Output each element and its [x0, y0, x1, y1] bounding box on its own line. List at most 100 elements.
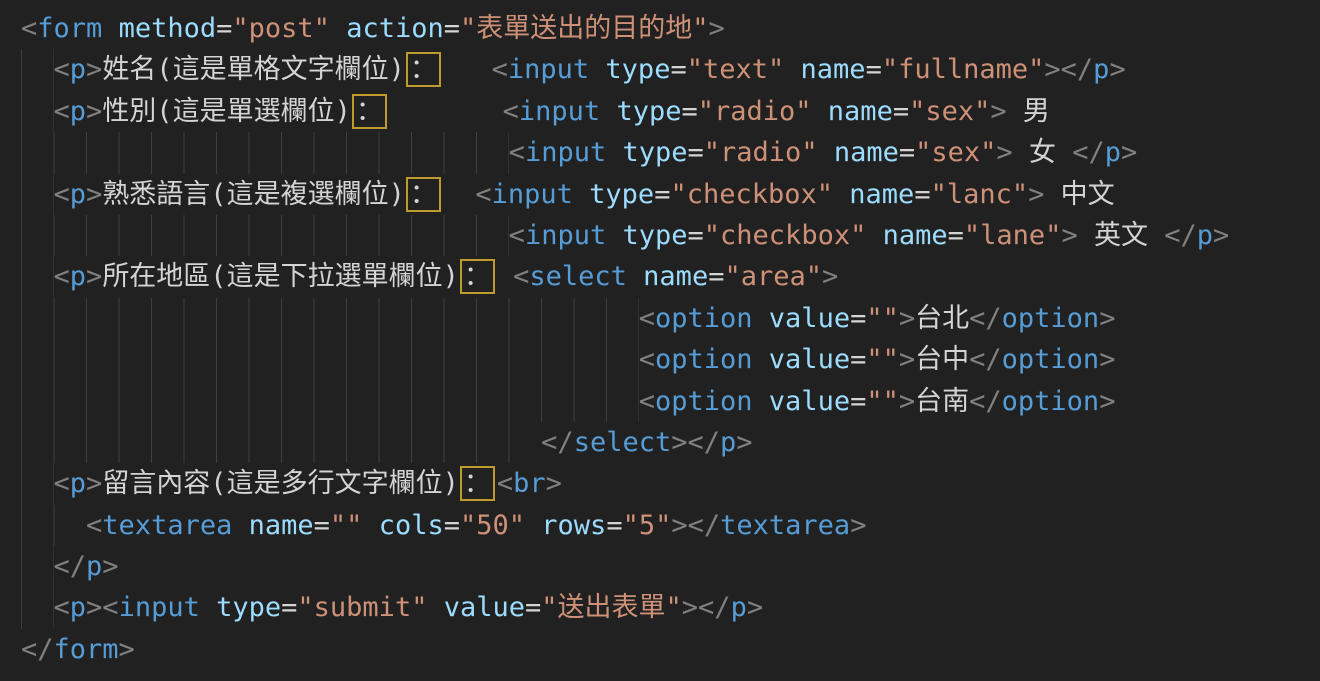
code-token: </ — [1072, 137, 1105, 168]
code-token: >< — [86, 592, 119, 623]
code-token — [753, 344, 769, 375]
code-line[interactable]: <p>姓名(這是單格文字欄位)： <input type="text" name… — [21, 49, 1320, 90]
code-line[interactable]: <form method="post" action="表單送出的目的地"> — [21, 8, 1320, 49]
code-token — [443, 179, 476, 210]
code-token: value — [769, 344, 850, 375]
code-token: < — [21, 13, 37, 44]
code-token: "radio" — [704, 137, 818, 168]
code-token: = — [850, 344, 866, 375]
code-token: 性別(這是單選欄位) — [102, 96, 351, 127]
code-token: "" — [866, 303, 899, 334]
code-token: p — [1197, 220, 1213, 251]
code-editor[interactable]: <form method="post" action="表單送出的目的地"> <… — [0, 0, 1320, 681]
unicode-highlight-box: ： — [460, 466, 495, 501]
code-token: > — [1121, 137, 1137, 168]
code-token: name — [249, 510, 314, 541]
code-token — [232, 510, 248, 541]
code-token — [497, 261, 513, 292]
code-token: = — [654, 179, 670, 210]
code-token: > — [899, 344, 915, 375]
code-token: > — [1099, 303, 1115, 334]
code-line[interactable]: <option value="">台北</option> — [21, 298, 1320, 339]
code-token: value — [444, 592, 525, 623]
code-token — [818, 137, 834, 168]
indent-guides — [21, 339, 639, 380]
code-token: > — [1061, 220, 1077, 251]
code-token: </ — [969, 303, 1002, 334]
code-line[interactable]: <p>所在地區(這是下拉選單欄位)： <select name="area"> — [21, 256, 1320, 297]
indent-guides — [21, 256, 54, 297]
code-token: = — [681, 96, 697, 127]
code-token: > — [709, 13, 725, 44]
code-token: < — [86, 510, 102, 541]
code-line[interactable]: <p>性別(這是單選欄位)： <input type="radio" name=… — [21, 91, 1320, 132]
code-token: p — [70, 54, 86, 85]
code-token — [627, 261, 643, 292]
code-token: "5" — [623, 510, 672, 541]
code-token: 中文 — [1044, 179, 1114, 210]
code-token: < — [509, 220, 525, 251]
code-token: < — [54, 96, 70, 127]
code-token: p — [731, 592, 747, 623]
code-line[interactable]: <option value="">台南</option> — [21, 381, 1320, 422]
indent-guides — [21, 505, 86, 546]
code-token: action — [346, 13, 444, 44]
code-token: > — [102, 551, 118, 582]
code-token: > — [1099, 386, 1115, 417]
code-line[interactable]: </form> — [21, 629, 1320, 670]
code-token: type — [605, 54, 670, 85]
code-token: </ — [969, 386, 1002, 417]
code-token: method — [119, 13, 217, 44]
code-token: "radio" — [698, 96, 812, 127]
code-token — [573, 179, 589, 210]
code-token: > — [546, 468, 562, 499]
code-token: = — [914, 179, 930, 210]
code-token: input — [525, 137, 606, 168]
indent-guides — [21, 298, 639, 339]
code-line[interactable]: <textarea name="" cols="50" rows="5"></t… — [21, 505, 1320, 546]
code-line[interactable]: <option value="">台中</option> — [21, 339, 1320, 380]
code-line[interactable]: </p> — [21, 546, 1320, 587]
code-token: 台南 — [915, 386, 969, 417]
code-line[interactable]: <input type="radio" name="sex"> 女 </p> — [21, 132, 1320, 173]
indent-guides — [21, 546, 54, 587]
code-token: < — [509, 137, 525, 168]
code-token: "post" — [232, 13, 330, 44]
code-token: 台中 — [915, 344, 969, 375]
code-token: name — [849, 179, 914, 210]
code-token: name — [828, 96, 893, 127]
code-token: "text" — [687, 54, 785, 85]
code-token: = — [525, 592, 541, 623]
indent-guides — [21, 463, 54, 504]
unicode-highlight-box: ： — [460, 259, 495, 294]
code-token: > — [996, 137, 1012, 168]
indent-guides — [21, 91, 54, 132]
code-token: < — [475, 179, 491, 210]
code-token: type — [622, 220, 687, 251]
code-token: value — [769, 386, 850, 417]
code-token: option — [1002, 303, 1100, 334]
code-token: ></ — [671, 510, 720, 541]
code-token: = — [670, 54, 686, 85]
code-token: = — [444, 510, 460, 541]
code-line[interactable]: <input type="checkbox" name="lane"> 英文 <… — [21, 215, 1320, 256]
code-token: > — [747, 592, 763, 623]
indent-guides — [21, 132, 509, 173]
code-token: > — [86, 96, 102, 127]
code-token: > — [86, 179, 102, 210]
code-token: "送出表單" — [541, 592, 682, 623]
code-token — [330, 13, 346, 44]
code-line[interactable]: </select></p> — [21, 422, 1320, 463]
code-token: option — [655, 344, 753, 375]
code-token: select — [574, 427, 672, 458]
code-token: = — [606, 510, 622, 541]
code-token: type — [616, 96, 681, 127]
indent-guides — [21, 381, 639, 422]
code-token: > — [736, 427, 752, 458]
code-token — [606, 137, 622, 168]
code-token: > — [850, 510, 866, 541]
code-line[interactable]: <p>熟悉語言(這是複選欄位)： <input type="checkbox" … — [21, 174, 1320, 215]
code-line[interactable]: <p><input type="submit" value="送出表單"></p… — [21, 587, 1320, 628]
code-line[interactable]: <p>留言內容(這是多行文字欄位)：<br> — [21, 463, 1320, 504]
indent-guides — [21, 174, 54, 215]
